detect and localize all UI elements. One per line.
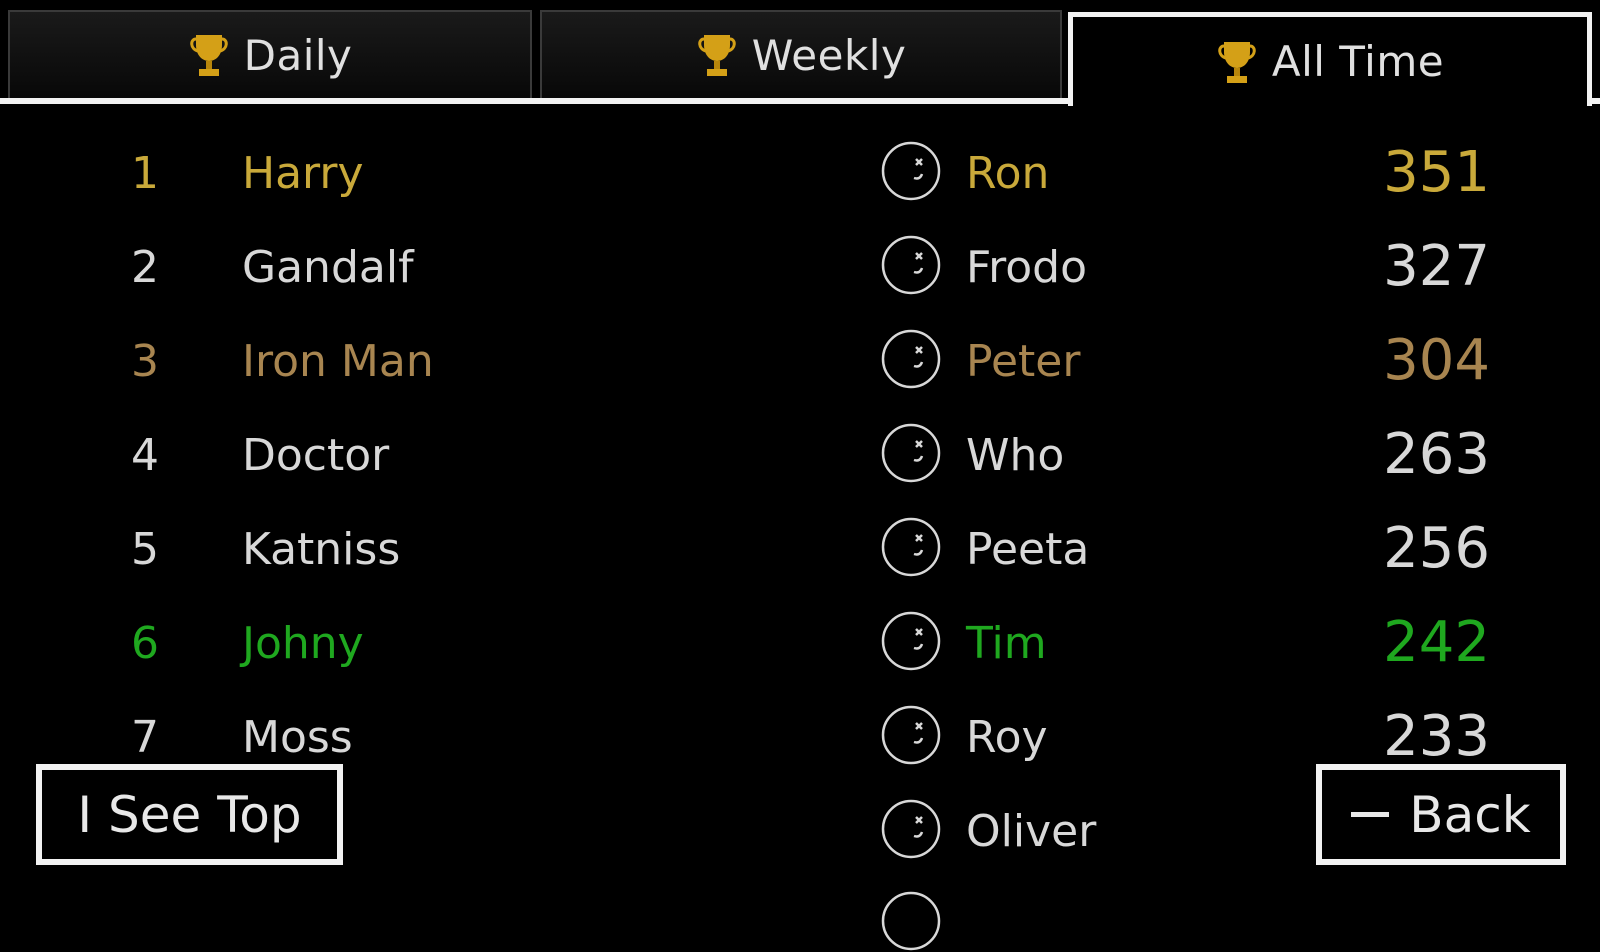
leaderboard-row[interactable]: 5 Katniss Peeta 256 xyxy=(0,506,1600,600)
score-value: 304 xyxy=(1383,328,1490,393)
rank-number: 1 xyxy=(131,148,159,199)
opponent-name: Roy xyxy=(966,712,1048,763)
leaderboard-row[interactable]: 3 Iron Man Peter 304 xyxy=(0,318,1600,412)
player-name: Katniss xyxy=(242,524,401,575)
tab-weekly[interactable]: Weekly xyxy=(540,10,1062,98)
rank-number: 2 xyxy=(131,242,159,293)
rank-number: 3 xyxy=(131,336,159,387)
trophy-icon xyxy=(189,35,228,76)
player-name: Johny xyxy=(242,618,364,669)
score-value: 263 xyxy=(1383,422,1490,487)
avatar-face-icon xyxy=(881,611,941,671)
opponent-name: Ron xyxy=(966,148,1050,199)
see-top-button[interactable]: I See Top xyxy=(36,764,343,865)
tab-all-time-label: All Time xyxy=(1271,37,1445,86)
rank-number: 6 xyxy=(131,618,159,669)
opponent-name: Who xyxy=(966,430,1065,481)
avatar-face-icon xyxy=(881,141,941,201)
rank-number: 7 xyxy=(131,712,159,763)
avatar-face-icon xyxy=(881,235,941,295)
leaderboard-row[interactable]: 4 Doctor Who 263 xyxy=(0,412,1600,506)
avatar-face-icon xyxy=(881,891,941,951)
tab-weekly-label: Weekly xyxy=(751,30,907,80)
score-value: 327 xyxy=(1383,234,1490,299)
tab-daily-label: Daily xyxy=(243,30,353,80)
rank-number: 4 xyxy=(131,430,159,481)
player-name: Harry xyxy=(242,148,364,199)
tab-daily[interactable]: Daily xyxy=(8,10,532,98)
back-button[interactable]: Back xyxy=(1316,764,1566,865)
trophy-icon xyxy=(697,35,736,76)
leaderboard-row[interactable]: 1 Harry Ron 351 xyxy=(0,130,1600,224)
tab-all-time[interactable]: All Time xyxy=(1068,12,1592,106)
opponent-name: Peter xyxy=(966,336,1081,387)
score-value: 242 xyxy=(1383,610,1490,675)
opponent-name: Peeta xyxy=(966,524,1090,575)
see-top-label: I See Top xyxy=(77,785,302,844)
leaderboard-tab-bar: Daily Weekly All Time xyxy=(0,0,1600,106)
avatar-face-icon xyxy=(881,705,941,765)
leaderboard-row[interactable]: 2 Gandalf Frodo 327 xyxy=(0,224,1600,318)
back-arrow-icon xyxy=(1351,812,1390,817)
player-name: Doctor xyxy=(242,430,390,481)
back-label: Back xyxy=(1409,785,1531,844)
trophy-icon xyxy=(1218,41,1256,83)
score-value: 256 xyxy=(1383,516,1490,581)
tab-underline xyxy=(0,98,1073,104)
opponent-name: Tim xyxy=(966,618,1047,669)
avatar-face-icon xyxy=(881,517,941,577)
leaderboard-row[interactable]: 6 Johny Tim 242 xyxy=(0,600,1600,694)
avatar-face-icon xyxy=(881,329,941,389)
player-name: Iron Man xyxy=(242,336,434,387)
avatar-face-icon xyxy=(881,799,941,859)
player-name: Moss xyxy=(242,712,353,763)
opponent-name: Oliver xyxy=(966,806,1097,857)
score-value: 233 xyxy=(1383,704,1490,769)
avatar-face-icon xyxy=(881,423,941,483)
player-name: Gandalf xyxy=(242,242,414,293)
opponent-name: Frodo xyxy=(966,242,1087,293)
rank-number: 5 xyxy=(131,524,159,575)
score-value: 351 xyxy=(1383,140,1490,205)
